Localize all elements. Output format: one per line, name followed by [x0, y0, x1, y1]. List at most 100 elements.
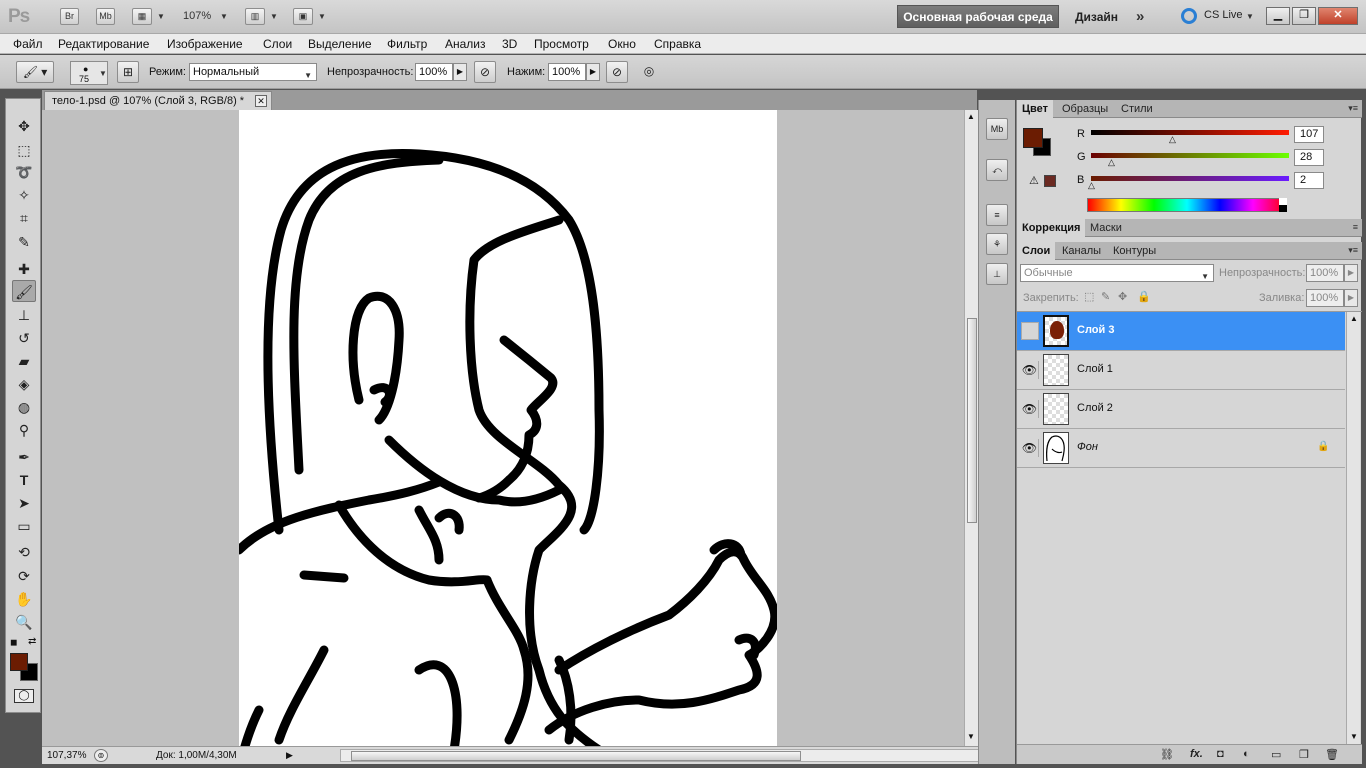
layer-thumbnail[interactable] [1043, 393, 1069, 425]
vertical-scroll-thumb[interactable] [967, 318, 977, 523]
panel-menu-icon[interactable]: ▾≡ [1348, 245, 1358, 256]
visibility-toggle[interactable] [1021, 322, 1039, 340]
paint-bucket-tool[interactable]: ◈ [12, 373, 36, 395]
menu-view[interactable]: Просмотр [534, 37, 589, 51]
document-canvas[interactable] [234, 110, 780, 746]
tab-swatches[interactable]: Образцы [1057, 100, 1113, 118]
tab-paths[interactable]: Контуры [1108, 242, 1161, 260]
menu-select[interactable]: Выделение [308, 37, 372, 51]
tablet-size-toggle[interactable]: ◎ [638, 61, 660, 83]
lock-all-icon[interactable]: 🔒 [1137, 290, 1151, 303]
dodge-tool[interactable]: ⚲ [12, 419, 36, 441]
lasso-tool[interactable]: ➰ [12, 161, 36, 183]
zoom-level-select[interactable]: 107% [183, 10, 211, 22]
brush-panel-button[interactable]: ⚘ [986, 233, 1008, 255]
bridge-button[interactable]: Br [60, 8, 79, 25]
fx-icon[interactable]: fx. [1190, 748, 1203, 760]
close-window-button[interactable]: ✕ [1318, 7, 1358, 25]
close-icon[interactable]: ✕ [255, 95, 267, 107]
chevron-down-icon[interactable]: ▼ [220, 12, 228, 21]
menu-layer[interactable]: Слои [263, 37, 292, 51]
panel-menu-icon[interactable]: ▾≡ [1348, 103, 1358, 114]
menu-analysis[interactable]: Анализ [445, 37, 486, 51]
link-layers-icon[interactable]: ⛓ [1160, 748, 1174, 761]
document-tab[interactable]: тело-1.psd @ 107% (Слой 3, RGB/8) * ✕ [44, 91, 272, 110]
status-menu-arrow-icon[interactable]: ▶ [286, 750, 293, 761]
color-ramp-white[interactable] [1279, 198, 1287, 205]
foreground-color-swatch[interactable] [10, 653, 28, 671]
eye-icon[interactable]: 👁 [1021, 361, 1039, 379]
out-of-gamut-warning-icon[interactable]: ⚠ [1029, 174, 1039, 187]
layer-name[interactable]: Слой 2 [1077, 402, 1113, 414]
blue-slider-track[interactable] [1091, 176, 1289, 181]
red-slider-track[interactable] [1091, 130, 1289, 135]
blue-value-input[interactable]: 2 [1294, 172, 1324, 189]
layer-row-layer1[interactable]: 👁 Слой 1 [1017, 351, 1345, 390]
lock-position-icon[interactable]: ✥ [1118, 290, 1127, 303]
pen-tool[interactable]: ✒ [12, 446, 36, 468]
menu-image[interactable]: Изображение [167, 37, 243, 51]
type-tool[interactable]: T [12, 469, 36, 491]
eye-icon[interactable]: 👁 [1021, 400, 1039, 418]
fill-slider-button[interactable]: ▶ [1344, 289, 1358, 307]
layer-name[interactable]: Фон [1077, 441, 1098, 453]
green-value-input[interactable]: 28 [1294, 149, 1324, 166]
more-workspaces-button[interactable]: » [1136, 8, 1144, 25]
healing-brush-tool[interactable]: ✚ [12, 258, 36, 280]
workspace-design-button[interactable]: Дизайн [1075, 10, 1118, 24]
brush-presets-panel-button[interactable]: ≡ [986, 204, 1008, 226]
eye-icon[interactable]: 👁 [1021, 439, 1039, 457]
marquee-tool[interactable]: ⬚ [12, 139, 36, 161]
brush-preset-picker[interactable]: ● 75 ▼ [70, 61, 108, 85]
vertical-scrollbar[interactable]: ▲ ▼ [964, 110, 978, 746]
cs-live-button[interactable]: CS Live [1204, 9, 1243, 21]
zoom-tool[interactable]: 🔍 [12, 611, 36, 633]
opacity-input[interactable]: 100% [415, 63, 453, 81]
tool-preset-picker[interactable]: 🖌 ▾ [16, 61, 54, 83]
history-brush-tool[interactable]: ↺ [12, 327, 36, 349]
tab-masks[interactable]: Маски [1085, 219, 1127, 237]
layer-blend-mode-select[interactable]: Обычные ▼ [1020, 264, 1214, 282]
crop-tool[interactable]: ⌗ [12, 207, 36, 229]
layer-opacity-input[interactable]: 100% [1306, 264, 1344, 282]
chevron-down-icon[interactable]: ▼ [1246, 12, 1254, 21]
lock-transparency-icon[interactable]: ⬚ [1084, 290, 1094, 303]
tab-channels[interactable]: Каналы [1057, 242, 1106, 260]
lock-pixels-icon[interactable]: ✎ [1101, 290, 1110, 303]
history-panel-button[interactable]: ⤺ [986, 159, 1008, 181]
add-mask-icon[interactable]: ◘ [1217, 748, 1224, 760]
layer-thumbnail[interactable] [1043, 354, 1069, 386]
gamut-color-swatch[interactable] [1044, 175, 1056, 187]
default-colors-icon[interactable]: ◼ [10, 637, 17, 648]
menu-file[interactable]: Файл [13, 37, 43, 51]
scroll-up-icon[interactable]: ▲ [967, 112, 975, 121]
clone-stamp-tool[interactable]: ⊥ [12, 304, 36, 326]
new-group-folder-icon[interactable]: ▭ [1271, 748, 1281, 761]
color-fg-swatch[interactable] [1023, 128, 1043, 148]
clone-source-panel-button[interactable]: ⊥ [986, 263, 1008, 285]
layer-row-background[interactable]: 👁 Фон 🔒 [1017, 429, 1345, 468]
blue-slider-handle[interactable]: △ [1088, 180, 1095, 191]
panel-menu-icon[interactable]: ≡ [1353, 222, 1358, 232]
info-icon[interactable]: ⊚ [94, 749, 108, 762]
new-layer-icon[interactable]: ❐ [1299, 748, 1309, 761]
blend-mode-select[interactable]: Нормальный ▼ [189, 63, 317, 81]
color-ramp[interactable] [1087, 198, 1287, 212]
scroll-down-icon[interactable]: ▼ [967, 732, 975, 741]
workspace-essentials-button[interactable]: Основная рабочая среда [897, 5, 1059, 28]
red-value-input[interactable]: 107 [1294, 126, 1324, 143]
layer-opacity-slider-button[interactable]: ▶ [1344, 264, 1358, 282]
shape-tool[interactable]: ▭ [12, 515, 36, 537]
layers-scrollbar[interactable]: ▲ ▼ [1346, 312, 1360, 747]
minimize-button[interactable]: ▁ [1266, 7, 1290, 25]
chevron-down-icon[interactable]: ▼ [318, 12, 326, 21]
tab-layers[interactable]: Слои [1017, 242, 1056, 260]
color-ramp-black[interactable] [1279, 205, 1287, 212]
quick-mask-button[interactable]: ◯ [14, 689, 34, 703]
eraser-tool[interactable]: ▰ [12, 350, 36, 372]
layer-name[interactable]: Слой 3 [1077, 324, 1114, 336]
horizontal-scroll-thumb[interactable] [351, 751, 801, 761]
opacity-slider-button[interactable]: ▶ [453, 63, 467, 81]
brush-panel-toggle[interactable]: ⊞ [117, 61, 139, 83]
flow-input[interactable]: 100% [548, 63, 586, 81]
